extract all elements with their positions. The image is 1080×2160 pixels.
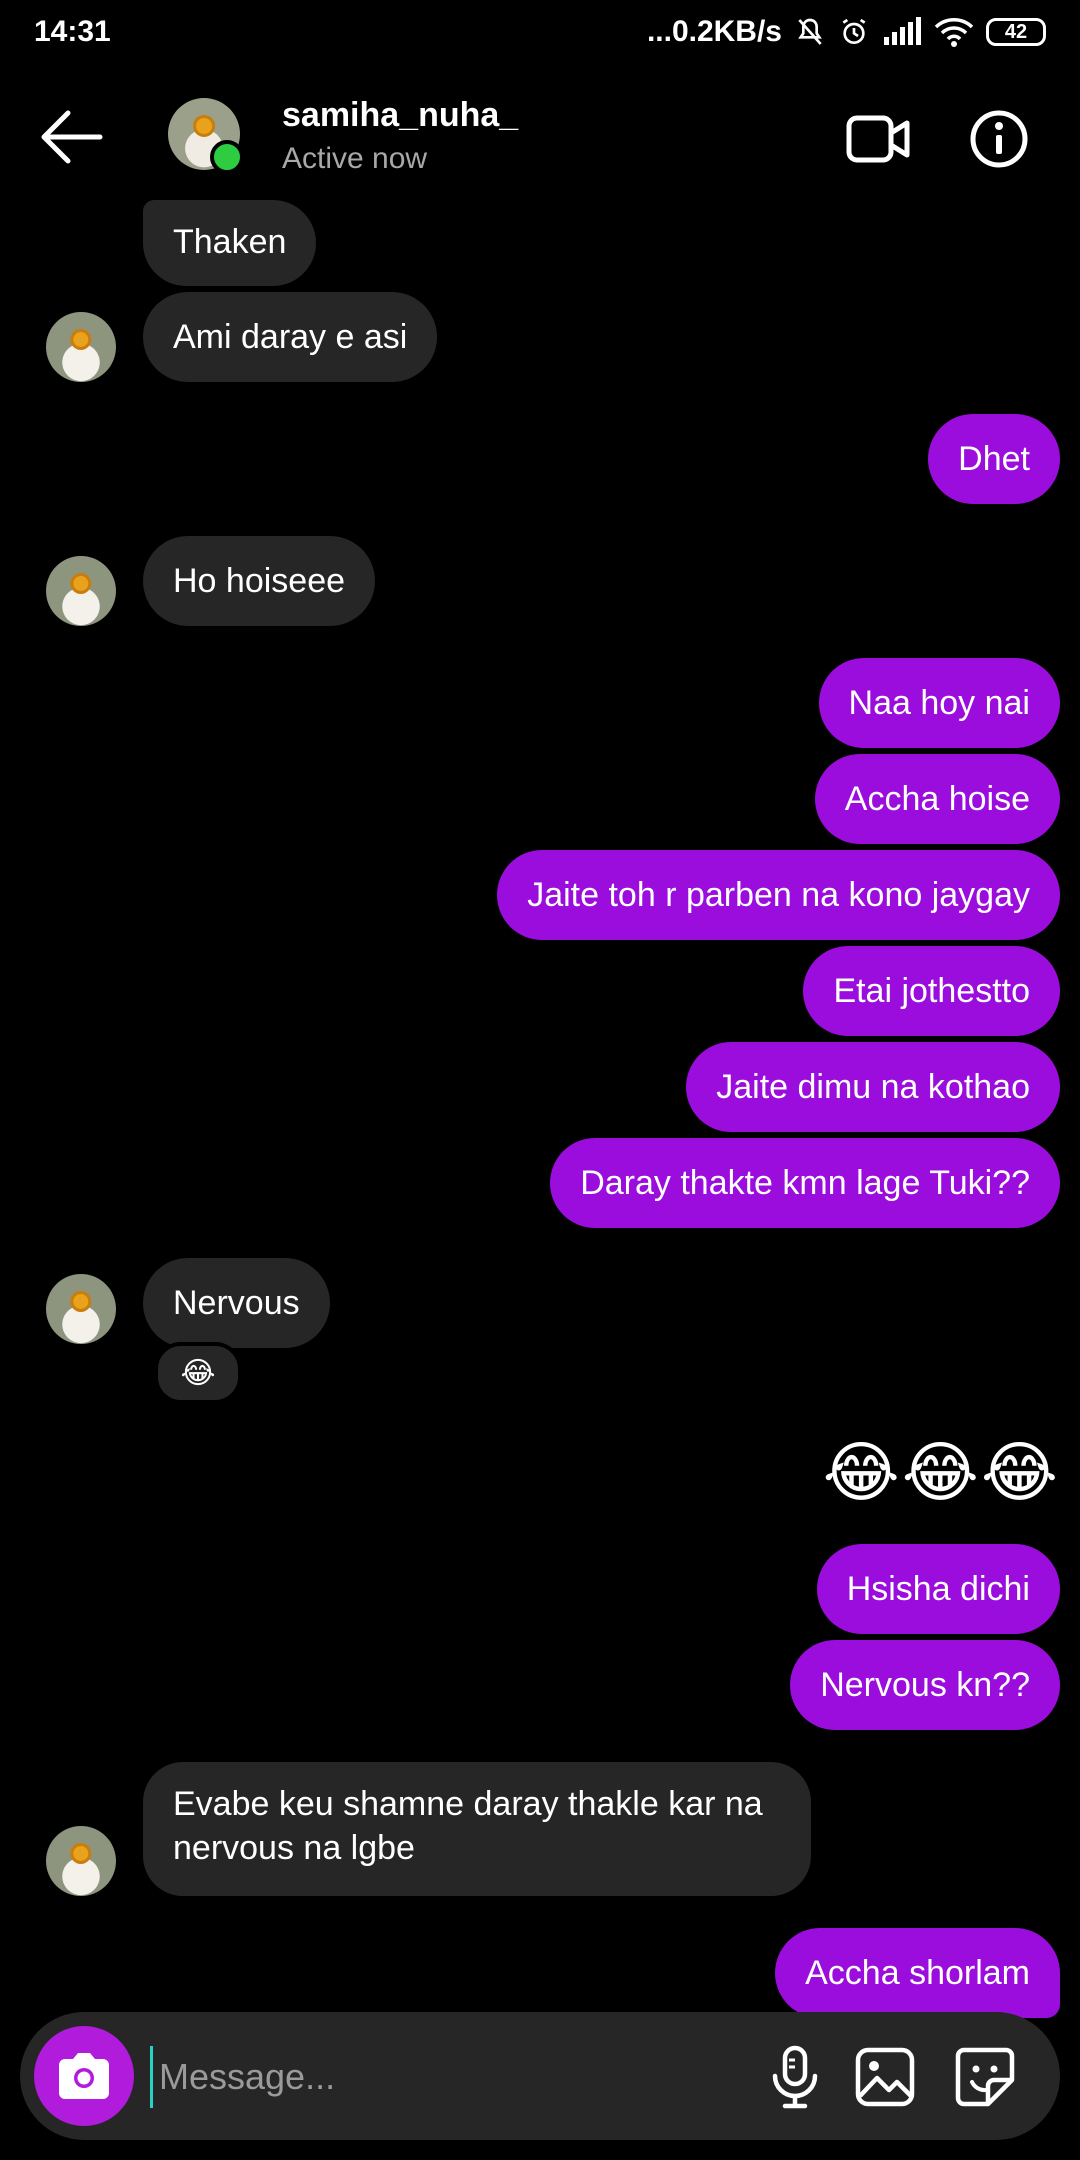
video-call-button[interactable] — [846, 112, 910, 166]
sender-avatar — [46, 312, 116, 382]
camera-icon — [59, 2053, 109, 2099]
mute-bell-icon — [794, 16, 826, 48]
message-composer — [20, 2012, 1060, 2140]
message-incoming[interactable]: Ho hoiseee — [143, 536, 376, 626]
signal-icon — [882, 17, 922, 47]
network-speed: ...0.2KB/s — [646, 15, 782, 48]
message-outgoing[interactable]: Jaite toh r parben na kono jaygay — [497, 850, 1060, 940]
message-outgoing[interactable]: Accha hoise — [814, 754, 1060, 844]
info-button[interactable] — [970, 110, 1028, 168]
status-icons: ...0.2KB/s 42 — [647, 15, 1046, 49]
message-outgoing[interactable]: Accha shorlam — [775, 1928, 1060, 2018]
message-outgoing[interactable]: Dhet — [928, 414, 1060, 504]
sender-avatar — [46, 556, 116, 626]
message-incoming[interactable]: Evabe keu shamne daray thakle kar na ner… — [143, 1762, 811, 1896]
sticker-button[interactable] — [950, 2042, 1020, 2112]
contact-status: Active now — [282, 142, 428, 175]
alarm-icon — [838, 16, 870, 48]
info-icon — [970, 110, 1028, 168]
sender-avatar — [46, 1274, 116, 1344]
message-outgoing[interactable]: Naa hoy nai — [818, 658, 1060, 748]
video-camera-icon — [846, 115, 910, 163]
sender-avatar — [46, 1826, 116, 1896]
online-indicator — [210, 140, 244, 174]
chat-screen: 14:31 ...0.2KB/s 42 samiha_nuha_ Active … — [0, 0, 1080, 2160]
message-input[interactable] — [150, 2046, 761, 2108]
message-incoming[interactable]: Ami daray e asi — [143, 292, 438, 382]
message-outgoing[interactable]: Hsisha dichi — [816, 1544, 1060, 1634]
message-outgoing[interactable]: Nervous kn?? — [790, 1640, 1060, 1730]
status-bar: 14:31 ...0.2KB/s 42 — [0, 0, 1080, 64]
status-time: 14:31 — [34, 15, 111, 48]
wifi-icon — [934, 17, 974, 47]
microphone-button[interactable] — [760, 2042, 830, 2112]
message-incoming[interactable]: Nervous — [143, 1258, 330, 1348]
gallery-button[interactable] — [850, 2042, 920, 2112]
sticker-icon — [955, 2047, 1015, 2107]
microphone-icon — [772, 2045, 818, 2109]
message-incoming[interactable]: Thaken — [143, 200, 317, 286]
message-reaction[interactable]: 😂 — [154, 1342, 242, 1404]
message-outgoing[interactable]: Jaite dimu na kothao — [686, 1042, 1060, 1132]
chat-header: samiha_nuha_ Active now — [0, 86, 1080, 186]
arrow-left-icon — [41, 110, 103, 164]
message-outgoing-emoji[interactable]: 😂😂😂 — [823, 1432, 1060, 1512]
battery-indicator: 42 — [986, 18, 1046, 46]
back-button[interactable] — [38, 110, 104, 164]
contact-username[interactable]: samiha_nuha_ — [282, 96, 518, 135]
message-outgoing[interactable]: Etai jothestto — [803, 946, 1060, 1036]
image-icon — [855, 2047, 915, 2107]
message-list: Thaken Ami daray e asi Dhet Ho hoiseee N… — [0, 200, 1080, 2018]
message-outgoing[interactable]: Daray thakte kmn lage Tuki?? — [550, 1138, 1060, 1228]
header-avatar[interactable] — [168, 98, 244, 174]
camera-button[interactable] — [34, 2026, 134, 2126]
